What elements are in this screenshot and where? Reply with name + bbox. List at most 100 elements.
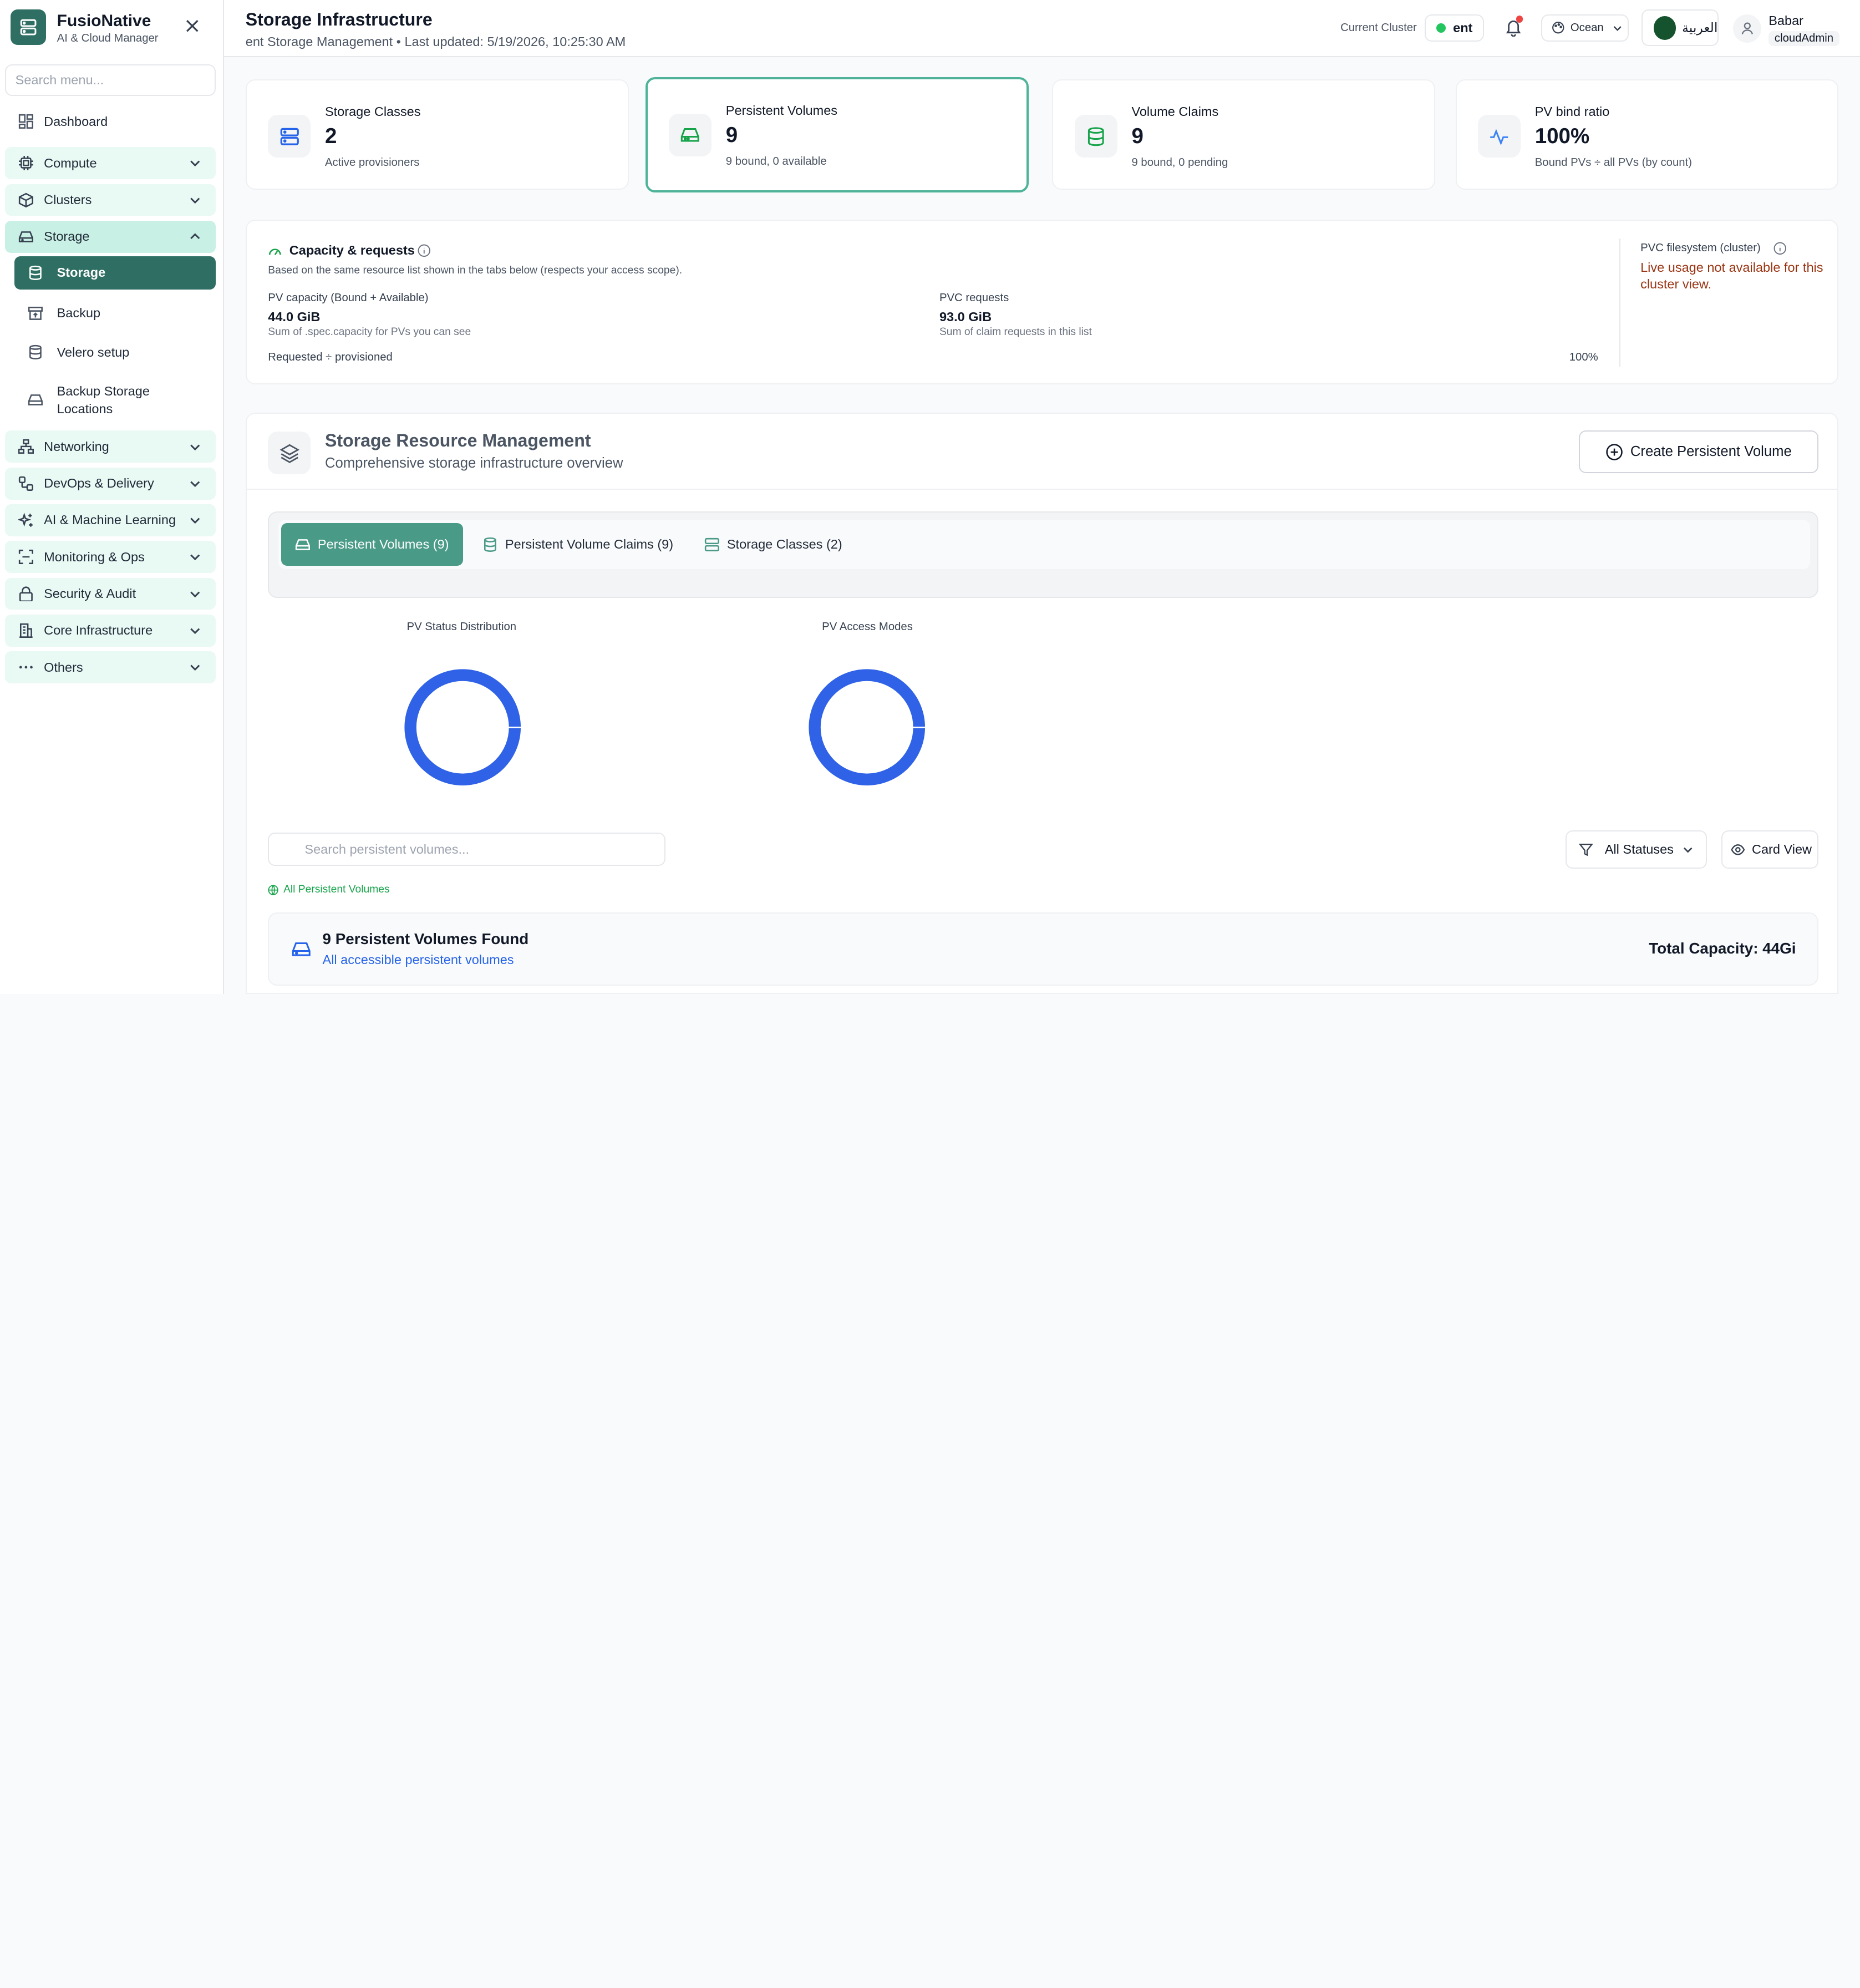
chevron-down-icon xyxy=(190,554,200,561)
activity-icon xyxy=(1478,115,1521,158)
hard-drive-icon xyxy=(26,390,45,409)
sidebar-group-core-infrastructure[interactable]: Core Infrastructure xyxy=(4,615,216,647)
pv-status-donut-chart[interactable] xyxy=(401,666,524,789)
chevron-down-icon xyxy=(1613,26,1622,31)
scope-label: All Persistent Volumes xyxy=(283,884,390,896)
info-icon[interactable] xyxy=(418,244,431,257)
chevron-up-icon xyxy=(190,233,200,239)
sidebar: FusioNative AI & Cloud Manager Dashboard… xyxy=(0,0,225,995)
pv-capacity-value: 44.0 GiB xyxy=(268,310,321,324)
archive-icon xyxy=(26,304,45,323)
sidebar-group-networking[interactable]: Networking xyxy=(4,430,216,463)
eye-icon xyxy=(1730,844,1745,855)
create-persistent-volume-button[interactable]: Create Persistent Volume xyxy=(1578,430,1818,474)
sidebar-item-dashboard[interactable]: Dashboard xyxy=(5,105,216,138)
tab-bar: Persistent Volumes (9) Persistent Volume… xyxy=(278,519,1810,570)
sidebar-group-storage[interactable]: Storage xyxy=(4,220,216,253)
tab-persistent-volumes[interactable]: Persistent Volumes (9) xyxy=(281,523,464,566)
card-view-toggle[interactable]: Card View xyxy=(1721,830,1818,869)
avatar[interactable] xyxy=(1733,14,1762,43)
cube-icon xyxy=(17,190,35,209)
divider xyxy=(1619,238,1620,367)
capacity-description: Based on the same resource list shown in… xyxy=(268,264,683,276)
sidebar-item-backup[interactable]: Backup xyxy=(14,297,216,330)
sidebar-group-compute[interactable]: Compute xyxy=(4,147,216,179)
sidebar-group-security[interactable]: Security & Audit xyxy=(4,577,216,610)
cluster-selector[interactable]: ent xyxy=(1424,14,1484,42)
tab-persistent-volume-claims[interactable]: Persistent Volume Claims (9) xyxy=(469,523,688,566)
tab-label: Storage Classes (2) xyxy=(726,536,842,551)
user-name: Babar xyxy=(1768,13,1803,28)
info-icon[interactable] xyxy=(1773,242,1787,255)
stat-subtext: Bound PVs ÷ all PVs (by count) xyxy=(1534,156,1692,169)
sidebar-item-label: Backup xyxy=(57,306,101,321)
stat-subtext: 9 bound, 0 pending xyxy=(1131,156,1228,169)
chevron-down-icon xyxy=(190,444,200,450)
ratio-value: 100% xyxy=(1569,351,1598,363)
workflow-icon xyxy=(17,474,35,493)
flag-icon xyxy=(1653,16,1676,40)
sidebar-group-clusters[interactable]: Clusters xyxy=(4,184,216,216)
stat-card-pv-bind-ratio[interactable]: PV bind ratio 100% Bound PVs ÷ all PVs (… xyxy=(1455,79,1839,190)
stat-card-volume-claims[interactable]: Volume Claims 9 9 bound, 0 pending xyxy=(1052,79,1436,190)
close-icon[interactable] xyxy=(182,17,201,36)
database-icon xyxy=(484,537,497,552)
management-title: Storage Resource Management xyxy=(324,430,591,451)
stat-value: 2 xyxy=(324,124,337,149)
results-summary: 9 Persistent Volumes Found All accessibl… xyxy=(268,912,1818,986)
sidebar-item-storage[interactable]: Storage xyxy=(14,256,216,290)
hard-drive-icon xyxy=(669,114,712,157)
status-filter-select[interactable]: All Statuses xyxy=(1566,830,1707,869)
persistent-volume-search-input[interactable] xyxy=(268,833,665,866)
globe-icon xyxy=(268,885,279,895)
tab-storage-classes[interactable]: Storage Classes (2) xyxy=(690,523,857,566)
palette-icon xyxy=(1552,22,1564,34)
current-cluster-label: Current Cluster xyxy=(1340,21,1417,34)
theme-selector[interactable]: Ocean xyxy=(1541,14,1629,42)
results-subtitle: All accessible persistent volumes xyxy=(322,952,514,967)
brand: FusioNative AI & Cloud Manager xyxy=(11,9,215,47)
server-logo-icon xyxy=(11,9,47,45)
pv-capacity-subtext: Sum of .spec.capacity for PVs you can se… xyxy=(268,326,471,338)
sidebar-item-velero-setup[interactable]: Velero setup xyxy=(14,336,216,369)
chevron-down-icon xyxy=(190,591,200,597)
language-selector[interactable]: العربية xyxy=(1642,9,1719,47)
stat-value: 9 xyxy=(725,123,738,148)
ratio-label: Requested ÷ provisioned xyxy=(268,351,393,363)
chevron-down-icon xyxy=(190,481,200,488)
hard-drive-icon xyxy=(292,942,311,956)
donut-slice-bound[interactable] xyxy=(404,669,521,785)
stat-card-persistent-volumes[interactable]: Persistent Volumes 9 9 bound, 0 availabl… xyxy=(645,77,1029,192)
user-icon xyxy=(1741,22,1753,35)
more-horizontal-icon xyxy=(17,658,35,677)
database-icon xyxy=(26,263,45,282)
create-button-label: Create Persistent Volume xyxy=(1630,444,1792,460)
pv-access-modes-donut-chart[interactable] xyxy=(805,666,928,789)
sidebar-item-label: Storage xyxy=(44,229,90,244)
brand-subtitle: AI & Cloud Manager xyxy=(57,32,159,44)
database-icon xyxy=(1074,115,1117,158)
top-header: Storage Infrastructure ent Storage Manag… xyxy=(224,0,1860,57)
pv-capacity-label: PV capacity (Bound + Available) xyxy=(268,292,429,305)
pvc-requests-value: 93.0 GiB xyxy=(939,310,992,324)
sidebar-group-devops[interactable]: DevOps & Delivery xyxy=(4,467,216,500)
chart-title-pv-access-modes: PV Access Modes xyxy=(822,620,913,633)
pvc-requests-label: PVC requests xyxy=(939,292,1009,305)
layers-icon xyxy=(268,432,311,475)
chart-title-pv-status: PV Status Distribution xyxy=(406,620,517,633)
sidebar-search-input[interactable] xyxy=(4,64,216,97)
sidebar-group-monitoring[interactable]: Monitoring & Ops xyxy=(4,541,216,574)
pvc-filesystem-label: PVC filesystem (cluster) xyxy=(1640,242,1761,255)
theme-name: Ocean xyxy=(1570,21,1604,34)
sidebar-group-ai-ml[interactable]: AI & Machine Learning xyxy=(4,504,216,536)
stat-card-storage-classes[interactable]: Storage Classes 2 Active provisioners xyxy=(245,79,629,190)
tab-label: Persistent Volumes (9) xyxy=(317,536,449,551)
chevron-down-icon xyxy=(190,160,200,167)
sidebar-item-backup-storage-locations[interactable]: Backup Storage Locations xyxy=(14,377,216,422)
chevron-down-icon xyxy=(1683,847,1693,853)
sidebar-item-label: Networking xyxy=(44,439,109,454)
app-root: FusioNative AI & Cloud Manager Dashboard… xyxy=(0,0,1860,995)
scope-indicator: All Persistent Volumes xyxy=(268,884,390,896)
donut-slice-readwriteonce[interactable] xyxy=(809,669,926,785)
sidebar-group-others[interactable]: Others xyxy=(4,651,216,684)
